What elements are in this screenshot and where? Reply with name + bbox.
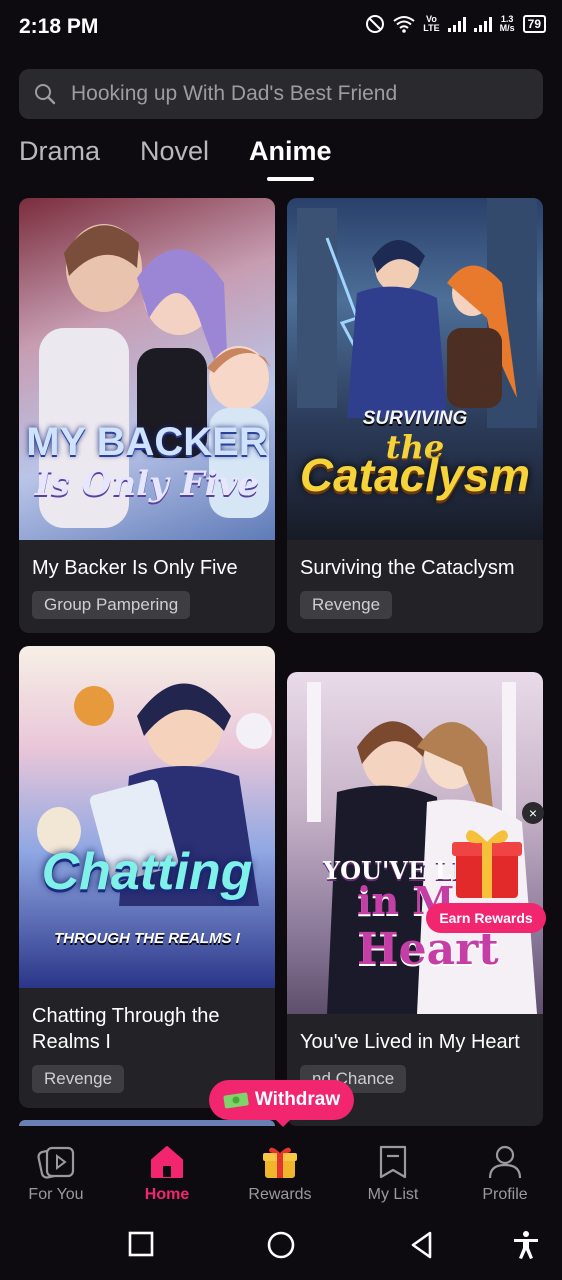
series-cover[interactable]: SURVIVING the Cataclysm <box>287 198 543 540</box>
close-icon[interactable]: × <box>522 802 544 824</box>
cover-title-line2: THROUGH THE REALMS I <box>54 930 240 947</box>
status-time: 2:18 PM <box>19 15 99 38</box>
status-bar: 2:18 PM Vo LTE 1.3 M/s 79 <box>0 0 562 58</box>
genre-tag: Revenge <box>300 591 393 619</box>
series-cover[interactable]: Chatting THROUGH THE REALMS I <box>19 646 275 988</box>
profile-icon <box>488 1145 522 1179</box>
gift-icon <box>263 1147 297 1178</box>
gift-icon[interactable] <box>448 820 526 902</box>
system-nav-bar <box>0 1216 562 1280</box>
earn-rewards-button[interactable]: Earn Rewards <box>426 903 546 933</box>
genre-tag: Revenge <box>32 1065 125 1093</box>
play-stack-icon <box>37 1146 75 1179</box>
signal-icon <box>447 16 466 32</box>
status-icons: Vo LTE 1.3 M/s 79 <box>365 14 546 34</box>
search-input[interactable] <box>69 81 513 107</box>
cover-title-line1: MY BACKER <box>26 420 268 464</box>
nav-for-you[interactable]: For You <box>1 1144 111 1204</box>
nav-profile[interactable]: Profile <box>450 1144 560 1204</box>
nav-label: Home <box>144 1186 190 1203</box>
cover-title-line1: SURVIVING <box>362 408 468 429</box>
do-not-disturb-icon <box>366 15 385 33</box>
home-circle-icon[interactable] <box>266 1230 296 1260</box>
volte-indicator: Vo LTE <box>423 15 439 33</box>
search-bar[interactable] <box>19 69 543 119</box>
cash-icon <box>223 1092 249 1109</box>
bottom-nav: For You Home Rewards My List Profile <box>0 1126 562 1216</box>
nav-label: For You <box>28 1186 84 1203</box>
cover-title-line2: Is Only Five <box>34 464 260 504</box>
bookmark-icon <box>379 1145 407 1179</box>
genre-tag: Group Pampering <box>32 591 191 619</box>
series-card[interactable]: MY BACKER Is Only Five My Backer Is Only… <box>19 198 275 633</box>
withdraw-button[interactable]: Withdraw <box>209 1080 354 1127</box>
tab-drama[interactable]: Drama <box>19 136 100 181</box>
net-speed: 1.3 M/s <box>500 15 515 33</box>
nav-rewards[interactable]: Rewards <box>225 1144 335 1204</box>
nav-label: My List <box>367 1186 419 1203</box>
search-icon <box>35 84 56 105</box>
tab-novel[interactable]: Novel <box>140 136 209 181</box>
series-title[interactable]: Surviving the Cataclysm <box>287 540 543 581</box>
net-speed-unit: M/s <box>499 23 515 33</box>
series-title[interactable]: Chatting Through the Realms I <box>19 988 275 1055</box>
series-title[interactable]: My Backer Is Only Five <box>19 540 275 581</box>
withdraw-label: Withdraw <box>254 1089 341 1110</box>
accessibility-icon[interactable] <box>512 1230 540 1260</box>
tab-anime[interactable]: Anime <box>249 136 332 181</box>
series-card[interactable]: Chatting THROUGH THE REALMS I Chatting T… <box>19 646 275 1108</box>
series-title[interactable]: You've Lived in My Heart <box>287 1014 543 1055</box>
cover-title-line1: Chatting <box>41 843 253 901</box>
nav-home[interactable]: Home <box>112 1144 222 1204</box>
recents-icon[interactable] <box>127 1230 155 1258</box>
signal-2-icon <box>473 16 492 32</box>
category-tabs: Drama Novel Anime <box>19 136 372 181</box>
back-icon[interactable] <box>408 1230 436 1260</box>
battery-icon: 79 <box>522 15 546 33</box>
volte-bottom: LTE <box>423 23 440 33</box>
nav-label: Profile <box>482 1186 528 1203</box>
cover-title-line3: Cataclysm <box>299 449 531 501</box>
nav-my-list[interactable]: My List <box>338 1144 448 1204</box>
wifi-icon <box>393 16 415 33</box>
nav-label: Rewards <box>248 1186 312 1203</box>
series-card[interactable]: SURVIVING the Cataclysm Surviving the Ca… <box>287 198 543 633</box>
series-cover[interactable]: MY BACKER Is Only Five <box>19 198 275 540</box>
home-icon <box>151 1146 183 1178</box>
